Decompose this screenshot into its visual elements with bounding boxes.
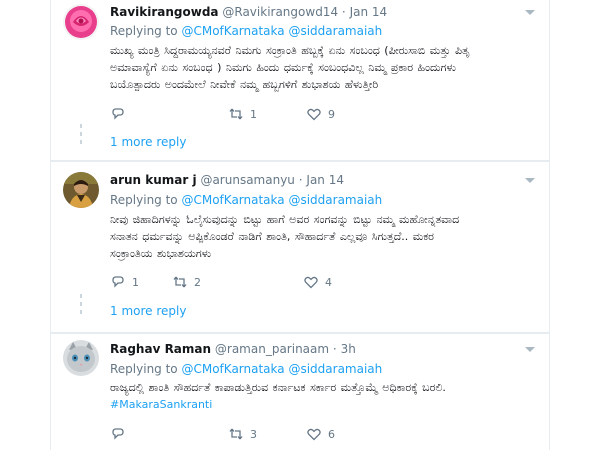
retweet-button[interactable]: 1 (228, 104, 257, 124)
reply-count: 1 (132, 275, 139, 289)
display-name[interactable]: Raghav Raman (110, 342, 211, 356)
reply-button[interactable]: 1 (110, 272, 139, 292)
avatar[interactable] (63, 340, 99, 376)
like-icon (304, 276, 318, 289)
rose-avatar-image (63, 4, 99, 40)
tweet-text-line: ಸನಾತನ ಧರ್ಮವನ್ನು ಅಪ್ಪಿಕೊಂಡರೆ ನಾಡಿಗೆ ಶಾಂತಿ… (110, 230, 435, 243)
like-count: 9 (328, 107, 335, 121)
tweet-actions: 1 2 4 (110, 272, 410, 292)
avatar[interactable] (63, 4, 99, 40)
tweet-text-line: ರಾಜ್ಯದಲ್ಲಿ ಶಾಂತಿ ಸೌಹರ್ದತೆ ಕಾಪಾಡುತ್ತಿರುವ … (110, 381, 446, 394)
replying-to-label: Replying to (110, 24, 178, 38)
thread-dots (80, 310, 82, 314)
mention-link[interactable]: @CMofKarnataka (181, 24, 284, 38)
replying-to: Replying to @CMofKarnataka @siddaramaiah (110, 193, 382, 207)
thread-dots (80, 132, 82, 136)
retweet-count: 2 (194, 275, 201, 289)
like-button[interactable]: 4 (303, 272, 332, 292)
avatar[interactable] (63, 172, 99, 208)
timestamp[interactable]: 3h (341, 342, 356, 356)
reply-timeline: Ravikirangowda @Ravikirangowd14 · Jan 14… (50, 0, 550, 450)
tweet-text-line: ಬಯೊತ್ಪಾದರು ಅಂದಮೇಲೆ ನೀವೇಕೆ ನಮ್ಮ ಹಬ್ಬಗಳಿಗೆ… (110, 78, 379, 91)
like-icon (307, 428, 321, 441)
thread-dots (80, 124, 82, 128)
like-count: 6 (328, 427, 335, 441)
reply-button[interactable] (110, 104, 132, 124)
retweet-button[interactable]: 3 (228, 424, 257, 444)
thread-dots (80, 140, 82, 144)
replying-to-label: Replying to (110, 362, 178, 376)
thread-dots (80, 302, 82, 306)
display-name[interactable]: arun kumar j (110, 173, 197, 187)
separator-dot: · (332, 342, 337, 356)
mention-link[interactable]: @siddaramaiah (288, 193, 382, 207)
retweet-button[interactable]: 2 (172, 272, 201, 292)
tweet[interactable]: arun kumar j @arunsamanyu · Jan 14 Reply… (51, 162, 549, 332)
replying-to: Replying to @CMofKarnataka @siddaramaiah (110, 24, 382, 38)
timestamp[interactable]: Jan 14 (306, 173, 344, 187)
user-handle[interactable]: @raman_parinaam (215, 342, 329, 356)
tweet-text: ಮುಖ್ಯ ಮಂತ್ರಿ ಸಿದ್ದರಾಮಯ್ಯನವರೆ ನಿಮಗು ಸಂಕ್ರ… (110, 42, 490, 93)
portrait-avatar-image (63, 172, 99, 208)
kitten-avatar-image (63, 340, 99, 376)
reply-icon (112, 108, 124, 120)
separator-dot: · (298, 173, 303, 187)
tweet-header: arun kumar j @arunsamanyu · Jan 14 (110, 173, 344, 187)
tweet-text-line: ಅಮಾವಾಸ್ಯೆಗೆ ಏನು ಸಂಬಂಧ ) ನಿಮಗು ಹಿಂದು ಧರ್ಮ… (110, 61, 456, 74)
display-name[interactable]: Ravikirangowda (110, 5, 219, 19)
user-handle[interactable]: @arunsamanyu (200, 173, 294, 187)
separator-dot: · (341, 5, 346, 19)
tweet[interactable]: Ravikirangowda @Ravikirangowd14 · Jan 14… (51, 0, 549, 160)
mention-link[interactable]: @siddaramaiah (288, 362, 382, 376)
like-icon (307, 108, 321, 121)
mention-link[interactable]: @CMofKarnataka (181, 193, 284, 207)
reply-icon (112, 276, 124, 288)
tweet-text-line: ಸಂಕ್ರಾಂತಿಯ ಶುಭಾಶಯಗಳು (110, 247, 212, 260)
tweet-header: Ravikirangowda @Ravikirangowd14 · Jan 14 (110, 5, 387, 19)
like-count: 4 (325, 275, 332, 289)
retweet-count: 1 (250, 107, 257, 121)
like-button[interactable]: 9 (306, 104, 335, 124)
retweet-icon (173, 276, 187, 288)
thread-dots (80, 294, 82, 298)
timestamp[interactable]: Jan 14 (350, 5, 388, 19)
caret-down-icon[interactable] (525, 178, 535, 183)
retweet-icon (229, 428, 243, 440)
replying-to: Replying to @CMofKarnataka @siddaramaiah (110, 362, 382, 376)
left-margin (0, 0, 50, 450)
tweet-text: ನೀವು ಜಿಹಾದಿಗಳನ್ನು ಓಲೈಸುವುದನ್ನು ಬಿಟ್ಟು ಹಾ… (110, 211, 490, 262)
right-margin (550, 0, 600, 450)
show-more-replies-link[interactable]: 1 more reply (110, 135, 186, 149)
tweet[interactable]: Raghav Raman @raman_parinaam · 3h Replyi… (51, 334, 549, 450)
hashtag-link[interactable]: #MakaraSankranti (110, 396, 530, 413)
retweet-count: 3 (250, 427, 257, 441)
mention-link[interactable]: @siddaramaiah (288, 24, 382, 38)
tweet-actions: 1 9 (110, 104, 410, 124)
reply-button[interactable] (110, 424, 132, 444)
tweet-text-line: ನೀವು ಜಿಹಾದಿಗಳನ್ನು ಓಲೈಸುವುದನ್ನು ಬಿಟ್ಟು ಹಾ… (110, 213, 460, 226)
caret-down-icon[interactable] (525, 10, 535, 15)
tweet-text: ರಾಜ್ಯದಲ್ಲಿ ಶಾಂತಿ ಸೌಹರ್ದತೆ ಕಾಪಾಡುತ್ತಿರುವ … (110, 379, 530, 413)
like-button[interactable]: 6 (306, 424, 335, 444)
caret-down-icon[interactable] (525, 347, 535, 352)
tweet-text-line: ಮುಖ್ಯ ಮಂತ್ರಿ ಸಿದ್ದರಾಮಯ್ಯನವರೆ ನಿಮಗು ಸಂಕ್ರ… (110, 44, 470, 57)
reply-icon (112, 428, 124, 440)
show-more-replies-link[interactable]: 1 more reply (110, 304, 186, 318)
replying-to-label: Replying to (110, 193, 178, 207)
user-handle[interactable]: @Ravikirangowd14 (222, 5, 338, 19)
tweet-actions: 3 6 (110, 424, 410, 444)
retweet-icon (229, 108, 243, 120)
mention-link[interactable]: @CMofKarnataka (181, 362, 284, 376)
tweet-header: Raghav Raman @raman_parinaam · 3h (110, 342, 356, 356)
